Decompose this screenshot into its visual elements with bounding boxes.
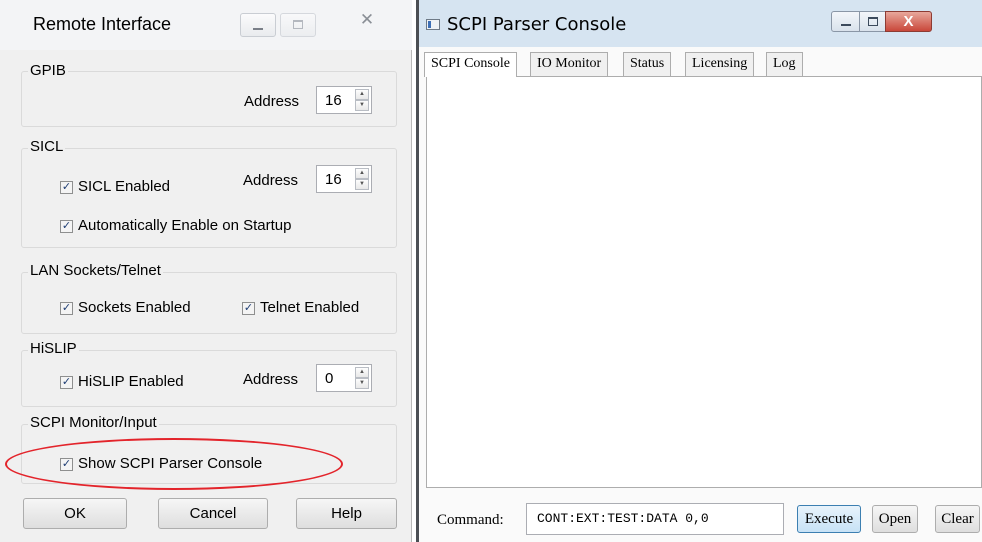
hislip-group: HiSLIP ✓ HiSLIP Enabled Address 0 ▲ ▼ [13,340,397,407]
window-title: SCPI Parser Console [447,14,627,35]
console-output-area[interactable] [426,76,982,488]
scpi-monitor-group: SCPI Monitor/Input ✓ Show SCPI Parser Co… [13,414,397,484]
tab-scpi-console[interactable]: SCPI Console [424,52,517,77]
sicl-address-spinner[interactable]: 16 ▲ ▼ [316,165,372,193]
spin-up-icon[interactable]: ▲ [355,89,369,100]
auto-enable-label: Automatically Enable on Startup [78,217,292,234]
app-icon [426,19,440,30]
close-button[interactable]: ✕ [352,10,382,34]
remote-interface-window: Remote Interface ✕ GPIB Address 16 ▲ ▼ S… [0,0,412,542]
caption-buttons: ✕ [240,10,388,39]
gpib-group-label: GPIB [28,62,68,79]
tab-io-monitor[interactable]: IO Monitor [530,52,609,76]
show-console-checkbox[interactable]: ✓ [60,458,73,471]
maximize-icon [293,20,303,29]
help-button[interactable]: Help [296,498,397,529]
close-icon: X [903,13,914,30]
lan-group: LAN Sockets/Telnet ✓ Sockets Enabled ✓ T… [13,262,397,334]
maximize-icon [867,16,878,26]
sicl-address-label: Address [243,172,299,189]
gpib-address-value: 16 [325,92,342,109]
minimize-button[interactable] [240,13,276,37]
hislip-enabled-checkbox[interactable]: ✓ [60,376,73,389]
gpib-address-label: Address [244,93,300,110]
hislip-address-label: Address [243,371,299,388]
tab-log[interactable]: Log [766,52,803,76]
telnet-enabled-label: Telnet Enabled [260,299,360,316]
gpib-address-spinner[interactable]: 16 ▲ ▼ [316,86,372,114]
telnet-enabled-checkbox[interactable]: ✓ [242,302,255,315]
hislip-address-value: 0 [325,370,334,387]
sockets-enabled-label: Sockets Enabled [78,299,191,316]
tab-licensing[interactable]: Licensing [685,52,755,76]
minimize-icon [253,28,263,30]
close-icon: ✕ [359,10,375,29]
hislip-address-spinner[interactable]: 0 ▲ ▼ [316,364,372,392]
execute-button[interactable]: Execute [797,505,861,533]
close-button[interactable]: X [885,11,932,32]
clear-button[interactable]: Clear [935,505,980,533]
sockets-enabled-checkbox[interactable]: ✓ [60,302,73,315]
sicl-address-value: 16 [325,171,342,188]
lan-group-label: LAN Sockets/Telnet [28,262,163,279]
scpi-console-window: SCPI Parser Console X SCPI Console IO Mo… [416,0,982,542]
spin-down-icon[interactable]: ▼ [355,378,369,389]
gpib-group: GPIB Address 16 ▲ ▼ [13,62,397,127]
spin-up-icon[interactable]: ▲ [355,367,369,378]
scpi-console-titlebar[interactable]: SCPI Parser Console X [416,0,982,47]
maximize-button[interactable] [859,11,886,32]
sicl-group-label: SICL [28,138,66,155]
spin-down-icon[interactable]: ▼ [355,179,369,190]
scpi-monitor-group-label: SCPI Monitor/Input [28,414,159,431]
sicl-enabled-checkbox[interactable]: ✓ [60,181,73,194]
minimize-icon [840,24,851,26]
hislip-enabled-label: HiSLIP Enabled [78,373,184,390]
auto-enable-checkbox[interactable]: ✓ [60,220,73,233]
hislip-group-label: HiSLIP [28,340,79,357]
ok-button[interactable]: OK [23,498,127,529]
command-label: Command: [437,512,504,528]
sicl-group: SICL ✓ SICL Enabled Address 16 ▲ ▼ ✓ Aut… [13,138,397,248]
caption-buttons: X [831,11,981,33]
sicl-enabled-label: SICL Enabled [78,178,171,195]
maximize-button[interactable] [280,13,316,37]
tab-status[interactable]: Status [623,52,672,76]
show-console-label: Show SCPI Parser Console [78,455,263,472]
command-input[interactable]: CONT:EXT:TEST:DATA 0,0 [526,503,784,535]
remote-interface-titlebar[interactable]: Remote Interface ✕ [0,0,412,50]
spin-down-icon[interactable]: ▼ [355,100,369,111]
spin-up-icon[interactable]: ▲ [355,168,369,179]
minimize-button[interactable] [831,11,860,32]
window-title: Remote Interface [33,14,172,34]
open-button[interactable]: Open [872,505,918,533]
cancel-button[interactable]: Cancel [158,498,268,529]
